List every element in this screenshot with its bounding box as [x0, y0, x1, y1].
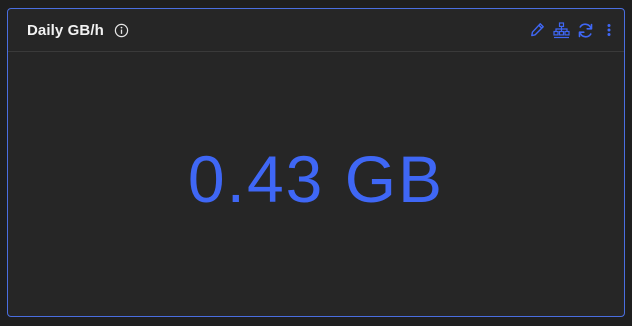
hierarchy-icon[interactable] — [552, 21, 570, 39]
panel-body: 0.43 GB — [8, 52, 624, 316]
metric-value: 0.43 GB — [187, 142, 445, 216]
edit-pencil-icon[interactable] — [528, 21, 546, 39]
panel-title: Daily GB/h — [27, 21, 104, 39]
panel-actions — [528, 21, 614, 39]
refresh-icon[interactable] — [576, 21, 594, 39]
info-icon[interactable] — [114, 22, 130, 38]
metric-panel: Daily GB/h 0.43 GB — [7, 8, 625, 317]
panel-header: Daily GB/h — [8, 9, 624, 52]
more-vertical-icon[interactable] — [604, 21, 614, 39]
